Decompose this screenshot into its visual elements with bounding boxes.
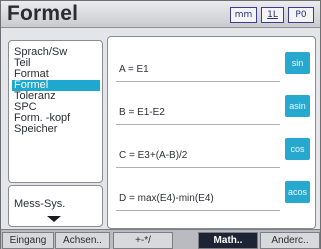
tab-math[interactable]: Math.. [198,232,258,249]
formula-a[interactable]: A = E1 [116,62,280,82]
units-mm-button[interactable]: mm [230,7,257,23]
formula-c[interactable]: C = E3+(A-B)/2 [116,148,280,168]
bottom-tab-bar: Eingang Achsen.. +-*/ Math.. Anderc.. [1,229,320,249]
formula-b[interactable]: B = E1-E2 [116,105,280,125]
unit-selector-button[interactable]: 1L [261,7,284,23]
scroll-down-arrow-icon[interactable] [47,216,61,222]
formula-d[interactable]: D = max(E4)-min(E4) [116,191,280,211]
tab-operators[interactable]: +-*/ [113,232,173,249]
screen: Formel mm 1L P0 Sprach/Sw Teil Format Fo… [0,0,321,249]
tab-achsen[interactable]: Achsen.. [55,232,110,249]
mess-sys-panel[interactable]: Mess-Sys. [8,185,103,227]
title-bar: Formel mm 1L P0 [1,1,320,28]
function-button-cos[interactable]: cos [285,138,310,160]
formula-panel: A = E1 sin B = E1-E2 asin C = E3+(A-B)/2… [107,36,316,229]
tab-eingang[interactable]: Eingang [2,232,54,249]
menu-list: Sprach/Sw Teil Format Formel Toleranz SP… [8,40,103,183]
page-title: Formel [7,2,79,25]
tab-andere[interactable]: Anderc.. [260,232,320,249]
function-button-acos[interactable]: acos [285,181,310,203]
preset-p0-button[interactable]: P0 [288,7,314,23]
mess-sys-label: Mess-Sys. [14,198,66,210]
function-button-sin[interactable]: sin [285,52,310,74]
function-button-asin[interactable]: asin [285,95,310,117]
list-item-speicher[interactable]: Speicher [14,124,57,135]
